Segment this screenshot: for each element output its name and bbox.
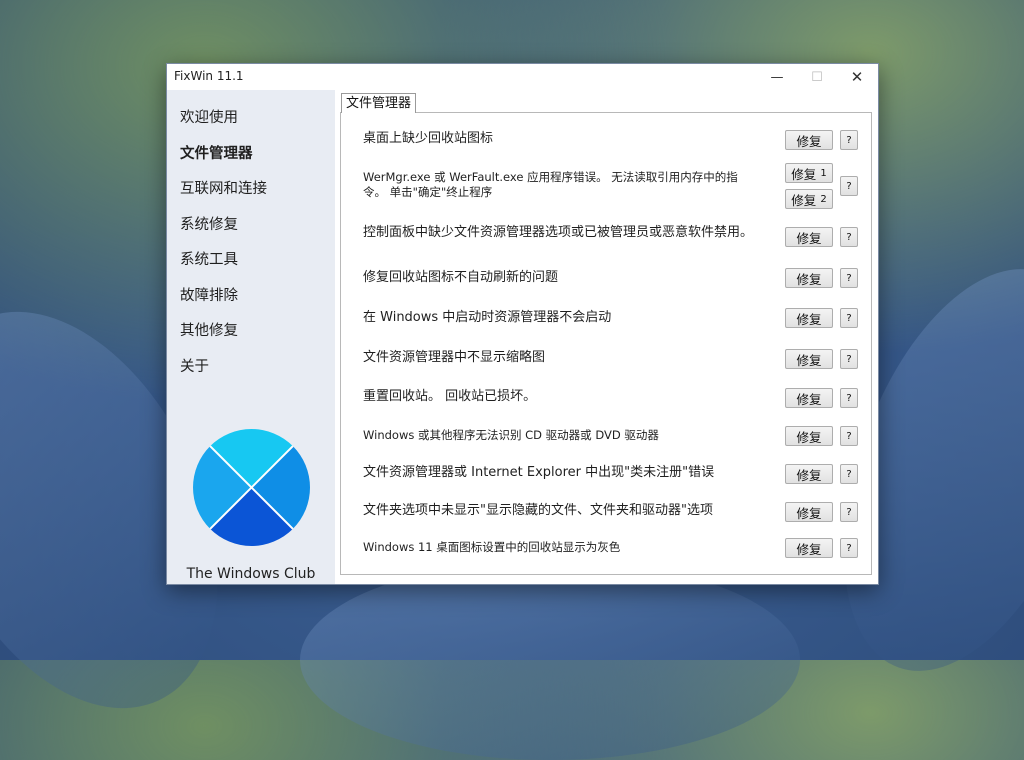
help-button[interactable]: ? (840, 426, 858, 446)
fix-button[interactable]: 修复 (785, 227, 833, 247)
sidebar-item-additional-fixes[interactable]: 其他修复 (180, 319, 238, 340)
tab-file-explorer[interactable]: 文件管理器 (341, 93, 417, 113)
help-button[interactable]: ? (840, 464, 858, 484)
fix-button-label: 修复 (791, 166, 817, 182)
fix-button[interactable]: 修复 (785, 308, 833, 328)
fix-button-2[interactable]: 修复 2 (785, 189, 833, 209)
windows-club-logo (193, 429, 310, 546)
help-button[interactable]: ? (840, 176, 858, 196)
close-button[interactable]: ✕ (837, 64, 877, 90)
sidebar-item-system-fixes[interactable]: 系统修复 (180, 213, 238, 234)
help-button[interactable]: ? (840, 268, 858, 288)
fix-button[interactable]: 修复 (785, 388, 833, 408)
fix-description: Windows 11 桌面图标设置中的回收站显示为灰色 (363, 540, 621, 554)
window-title: FixWin 11.1 (174, 69, 244, 83)
help-button[interactable]: ? (840, 538, 858, 558)
sidebar-item-system-tools[interactable]: 系统工具 (180, 248, 238, 269)
sidebar-item-file-explorer[interactable]: 文件管理器 (180, 142, 253, 163)
sidebar-item-internet[interactable]: 互联网和连接 (180, 177, 267, 198)
fix-button-number: 2 (820, 193, 827, 205)
title-bar[interactable]: FixWin 11.1 — ☐ ✕ (167, 64, 878, 90)
fix-description: 重置回收站。 回收站已损坏。 (363, 389, 537, 404)
help-button[interactable]: ? (840, 349, 858, 369)
help-button[interactable]: ? (840, 502, 858, 522)
fix-description: 文件夹选项中未显示"显示隐藏的文件、文件夹和驱动器"选项 (363, 503, 713, 518)
fix-button[interactable]: 修复 (785, 538, 833, 558)
brand-name: The Windows Club (186, 566, 316, 582)
fix-description: 文件资源管理器中不显示缩略图 (363, 350, 546, 365)
fix-description: 在 Windows 中启动时资源管理器不会启动 (363, 310, 612, 325)
main-content: 文件管理器 桌面上缺少回收站图标 修复 ? WerMgr.exe 或 WerFa… (335, 90, 878, 584)
fix-description: 桌面上缺少回收站图标 (363, 131, 494, 146)
fix-button-number: 1 (820, 167, 827, 179)
fix-button-1[interactable]: 修复 1 (785, 163, 833, 183)
help-button[interactable]: ? (840, 130, 858, 150)
background-feather (300, 560, 800, 760)
fix-button[interactable]: 修复 (785, 502, 833, 522)
sidebar-item-troubleshoot[interactable]: 故障排除 (180, 284, 238, 305)
fix-description: 文件资源管理器或 Internet Explorer 中出现"类未注册"错误 (363, 465, 715, 480)
help-button[interactable]: ? (840, 388, 858, 408)
fix-description: 修复回收站图标不自动刷新的问题 (363, 270, 559, 285)
fix-button[interactable]: 修复 (785, 130, 833, 150)
fix-description: WerMgr.exe 或 WerFault.exe 应用程序错误。 无法读取引用… (363, 170, 738, 199)
fix-button[interactable]: 修复 (785, 426, 833, 446)
help-button[interactable]: ? (840, 308, 858, 328)
fix-button-label: 修复 (791, 192, 817, 208)
fix-description: Windows 或其他程序无法识别 CD 驱动器或 DVD 驱动器 (363, 428, 659, 442)
fix-button[interactable]: 修复 (785, 268, 833, 288)
sidebar-item-about[interactable]: 关于 (180, 355, 209, 376)
sidebar-item-welcome[interactable]: 欢迎使用 (180, 106, 238, 127)
fix-description: 控制面板中缺少文件资源管理器选项或已被管理员或恶意软件禁用。 (363, 225, 754, 240)
minimize-button[interactable]: — (757, 64, 797, 90)
help-button[interactable]: ? (840, 227, 858, 247)
app-window: FixWin 11.1 — ☐ ✕ 欢迎使用 文件管理器 互联网和连接 系统修复… (166, 63, 879, 585)
maximize-button[interactable]: ☐ (797, 64, 837, 90)
fixes-panel: 桌面上缺少回收站图标 修复 ? WerMgr.exe 或 WerFault.ex… (340, 112, 872, 575)
fix-button[interactable]: 修复 (785, 464, 833, 484)
sidebar: 欢迎使用 文件管理器 互联网和连接 系统修复 系统工具 故障排除 其他修复 关于… (167, 90, 335, 584)
fix-button[interactable]: 修复 (785, 349, 833, 369)
